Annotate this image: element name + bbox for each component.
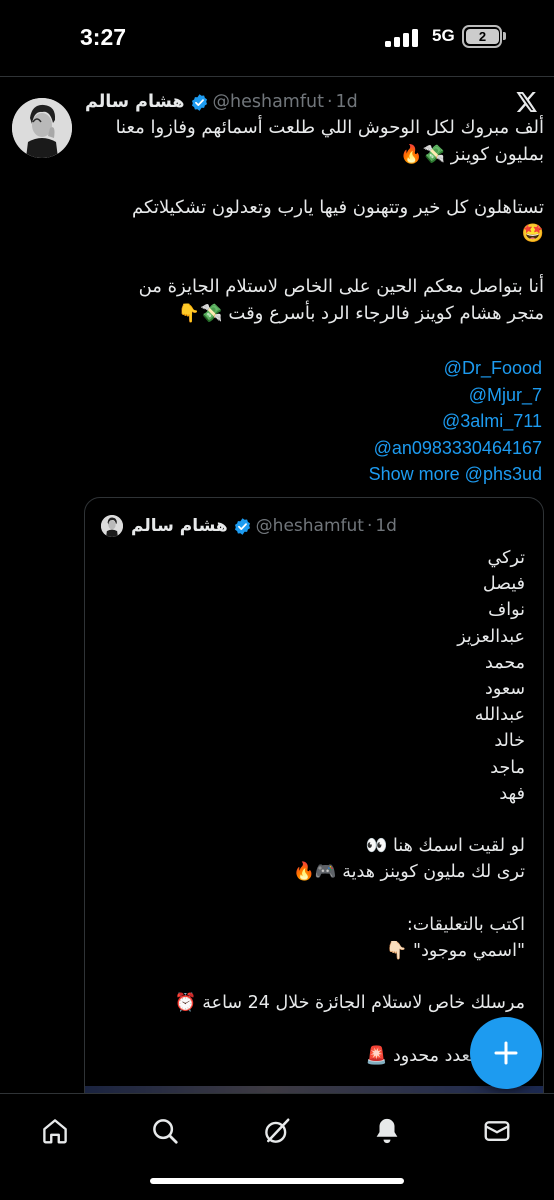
mention-link[interactable]: @phs3ud: [465, 464, 542, 484]
compose-button[interactable]: [470, 1017, 542, 1089]
home-indicator: [150, 1178, 404, 1184]
nav-home[interactable]: [35, 1111, 75, 1151]
quoted-line: لعدد والعدد محدود 🚨: [365, 1045, 525, 1066]
verified-badge-icon: [234, 517, 250, 535]
tweet-line: بمليون كوينز 💸🔥: [400, 143, 544, 165]
x-logo-icon[interactable]: [516, 92, 538, 112]
author-handle[interactable]: @heshamfut: [213, 92, 324, 112]
show-more-link[interactable]: Show more: [369, 464, 460, 484]
show-more-row: Show more @phs3ud: [330, 461, 542, 488]
separator-dot: ·: [326, 92, 333, 112]
quoted-line: ترى لك مليون كوينز هدية 🎮🔥: [293, 862, 525, 883]
quoted-line: لو لقيت اسمك هنا 👀: [365, 836, 525, 857]
battery-icon: 2: [462, 25, 502, 48]
tweet-header: هشام سالم @heshamfut · 1d: [85, 89, 358, 115]
status-time: 3:27: [80, 24, 127, 50]
quoted-line: خالد: [494, 731, 525, 752]
grok-icon: [265, 1118, 290, 1143]
quoted-author-handle: @heshamfut: [255, 516, 364, 536]
search-icon: [153, 1119, 178, 1144]
quoted-line: سعود: [485, 679, 525, 700]
home-icon: [43, 1119, 67, 1144]
tweet-time[interactable]: 1d: [336, 92, 358, 112]
quoted-tweet-body: تركي فيصل نواف عبدالعزيز محمد سعود عبدال…: [105, 545, 525, 1069]
separator-dot: ·: [366, 516, 373, 536]
battery-level: 2: [466, 29, 499, 44]
tweet-line: تستاهلون كل خير وتتهنون فيها يارب وتعدلو…: [132, 196, 544, 218]
quoted-author-name: هشام سالم: [131, 516, 228, 536]
quoted-line: عبدالله: [474, 705, 525, 726]
tweet-line: ألف مبروك لكل الوحوش اللي طلعت أسمائهم و…: [115, 117, 544, 138]
author-avatar[interactable]: [12, 98, 72, 158]
author-name[interactable]: هشام سالم: [85, 92, 185, 112]
nav-notifications[interactable]: [367, 1111, 407, 1151]
quoted-line: محمد: [485, 652, 525, 673]
battery-nub: [503, 32, 506, 40]
quoted-author-avatar[interactable]: [101, 515, 123, 537]
mention-link[interactable]: @Dr_Foood: [330, 355, 542, 382]
quoted-line: ماجد: [490, 757, 525, 778]
messages-icon: [484, 1121, 510, 1141]
quoted-line: نواف: [488, 600, 525, 621]
mention-link[interactable]: @an0983330464167: [330, 435, 542, 462]
quoted-line: "اسمي موجود" 👇🏻: [385, 941, 525, 962]
quoted-line: مرسلك خاص لاستلام الجائزة خلال 24 ساعة ⏰: [174, 993, 525, 1014]
mention-link[interactable]: @3almi_711: [330, 408, 542, 435]
quoted-line: فيصل: [482, 574, 525, 595]
nav-search[interactable]: [145, 1111, 185, 1151]
nav-grok[interactable]: [257, 1111, 297, 1151]
quoted-line: عبدالعزيز: [457, 626, 525, 647]
tweet-line: أنا بتواصل معكم الحين على الخاص لاستلام …: [138, 276, 544, 297]
quoted-line: فهد: [499, 783, 525, 804]
status-bar: 3:27 5G 2: [0, 0, 554, 76]
plus-icon: [494, 1041, 518, 1065]
notifications-icon: [376, 1118, 398, 1144]
quoted-tweet[interactable]: هشام سالم @heshamfut · 1d تركي فيصل نواف…: [84, 497, 544, 1117]
tweet-line: متجر هشام كوينز فالرجاء الرد بأسرع وقت 💸…: [177, 302, 544, 324]
divider: [0, 76, 554, 77]
nav-messages[interactable]: [477, 1111, 517, 1151]
verified-badge-icon: [191, 93, 207, 111]
network-label: 5G: [432, 26, 455, 45]
quoted-line: تركي: [487, 548, 525, 568]
signal-icon: [385, 29, 419, 47]
quoted-tweet-time: 1d: [375, 516, 397, 536]
mention-list: @Dr_Foood @Mjur_7 @3almi_711 @an09833304…: [330, 355, 542, 488]
tweet-body: ألف مبروك لكل الوحوش اللي طلعت أسمائهم و…: [84, 115, 544, 327]
mention-link[interactable]: @Mjur_7: [330, 382, 542, 409]
quoted-tweet-header: هشام سالم @heshamfut · 1d: [131, 514, 397, 538]
quoted-line: اكتب بالتعليقات:: [406, 914, 525, 935]
tweet-line: 🤩: [521, 223, 544, 244]
